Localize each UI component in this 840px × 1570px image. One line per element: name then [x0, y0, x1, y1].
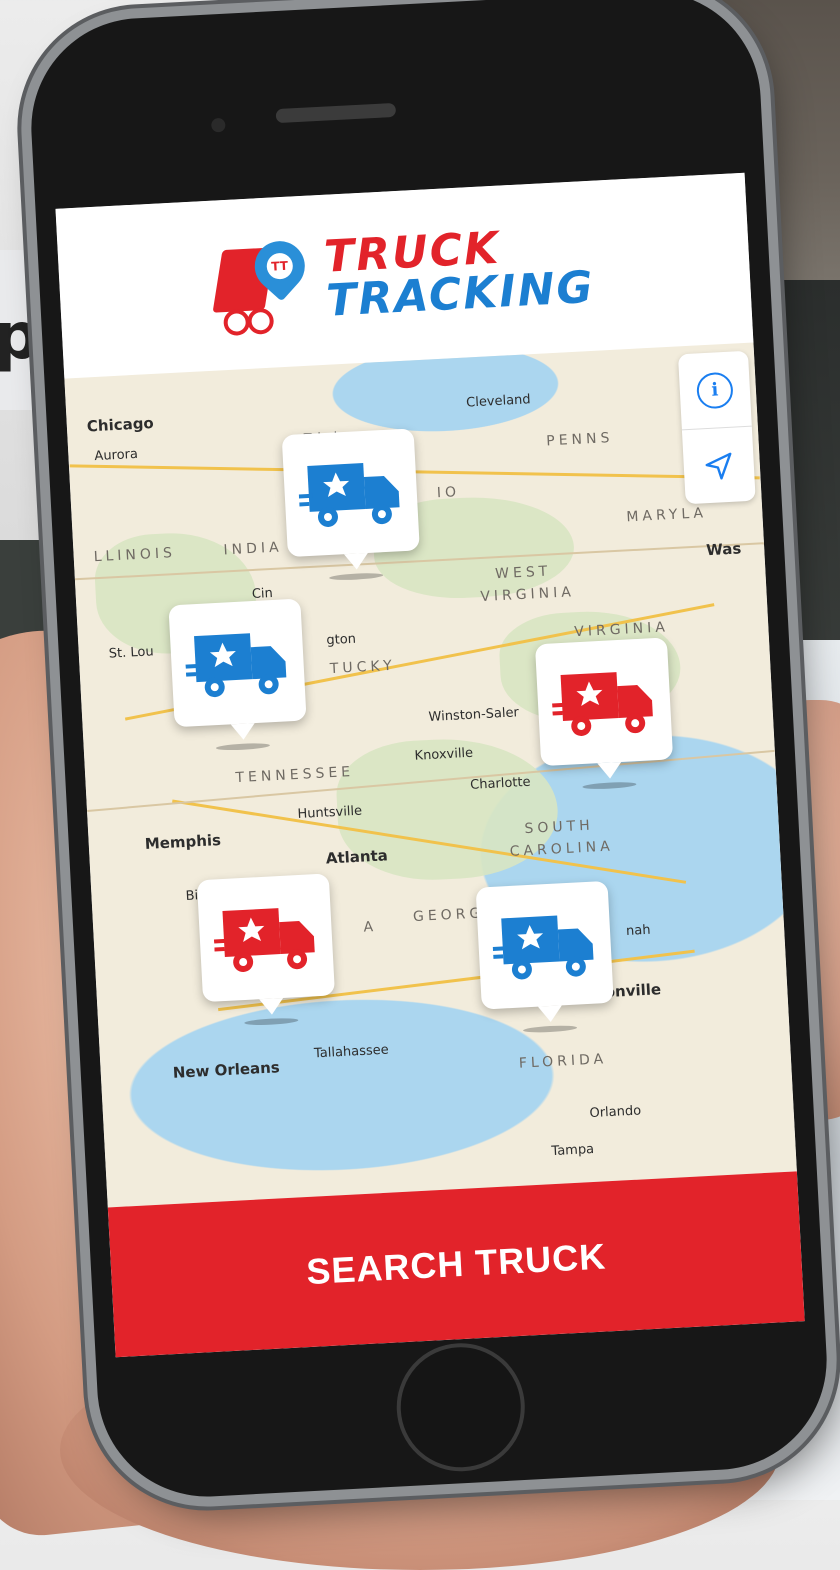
city-label: Orlando — [589, 1103, 642, 1122]
front-camera — [210, 117, 226, 133]
state-label: TUCKY — [329, 657, 397, 678]
state-label: TENNESSEE — [235, 763, 355, 787]
search-truck-label: SEARCH TRUCK — [305, 1235, 608, 1293]
city-label: Tallahassee — [313, 1042, 390, 1062]
earpiece-speaker — [275, 102, 397, 124]
city-label: Tampa — [551, 1141, 595, 1160]
phone-screen: TT TRUCK TRACKING PENNS IO MARYLA LLINOI… — [55, 172, 805, 1358]
truck-tracking-logo: TT TRUCK TRACKING — [212, 221, 596, 337]
city-label: St. Lou — [108, 644, 155, 662]
city-label: New Orleans — [172, 1058, 281, 1082]
logo-text-line2: TRACKING — [325, 261, 596, 327]
truck-icon — [552, 672, 653, 737]
state-label: MARYLA — [625, 505, 708, 526]
city-label: Was — [705, 539, 742, 560]
phone: TT TRUCK TRACKING PENNS IO MARYLA LLINOI… — [25, 0, 833, 1503]
state-label: IO — [436, 484, 461, 502]
truck-marker-red[interactable] — [534, 637, 674, 791]
truck-marker-red[interactable] — [196, 873, 336, 1027]
city-label: nah — [625, 922, 651, 939]
state-label: INDIA — [223, 539, 284, 559]
city-label: Chicago — [86, 413, 155, 436]
state-label: A — [363, 918, 378, 936]
map-view[interactable]: PENNS IO MARYLA LLINOIS INDIA WEST VIRGI… — [64, 342, 797, 1208]
info-button[interactable]: i — [678, 351, 752, 430]
logo-mark-icon: TT — [212, 230, 315, 337]
home-button[interactable] — [393, 1339, 529, 1475]
truck-icon — [213, 908, 315, 973]
truck-icon — [492, 915, 594, 980]
state-label: FLORIDA — [518, 1051, 608, 1072]
city-label: Aurora — [94, 446, 139, 465]
truck-icon — [298, 463, 400, 527]
city-label: Cleveland — [465, 392, 531, 411]
city-label: gton — [326, 631, 357, 649]
state-label: WEST — [494, 563, 552, 583]
map-controls: i — [677, 350, 756, 506]
city-label: Atlanta — [325, 846, 389, 868]
truck-marker-blue[interactable] — [475, 880, 614, 1034]
state-label: GEORG — [412, 905, 485, 926]
truck-icon — [185, 633, 287, 698]
truck-marker-blue[interactable] — [168, 598, 307, 752]
truck-marker-blue[interactable] — [281, 428, 420, 581]
location-button[interactable] — [681, 425, 756, 506]
state-label: PENNS — [545, 429, 614, 450]
city-label: Memphis — [144, 831, 222, 853]
city-label: Knoxville — [414, 745, 474, 764]
state-label: SOUTH — [524, 817, 595, 838]
city-label: Winston-Saler — [428, 705, 520, 725]
info-icon: i — [695, 371, 734, 409]
location-arrow-icon — [705, 452, 732, 480]
city-label: Charlotte — [469, 774, 531, 793]
